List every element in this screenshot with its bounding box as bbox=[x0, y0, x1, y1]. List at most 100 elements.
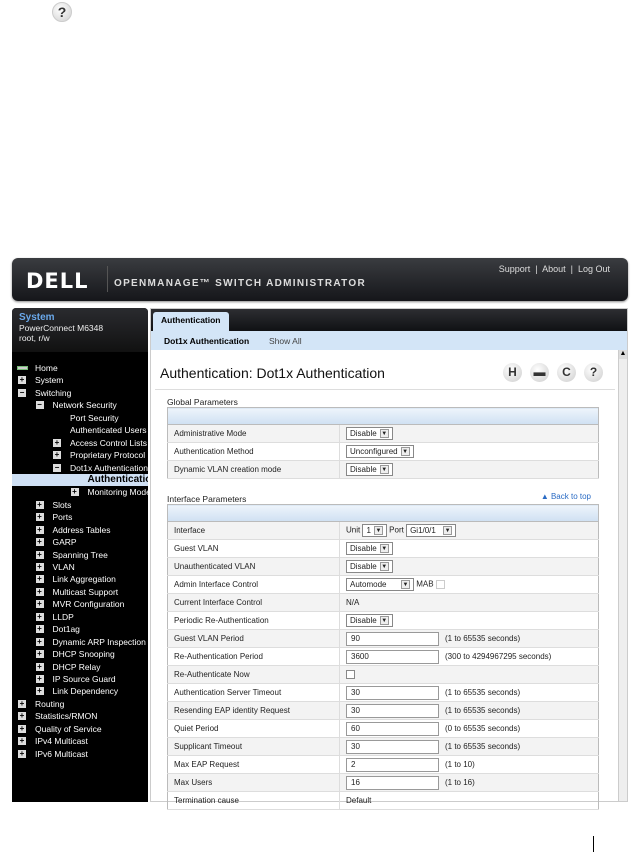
nav-item-label: LLDP bbox=[52, 611, 74, 622]
dropdown[interactable]: Disable ▼ bbox=[346, 560, 393, 573]
mab-checkbox[interactable] bbox=[435, 580, 445, 589]
print-icon[interactable]: ▬ bbox=[530, 363, 549, 382]
nav-item[interactable]: Authentication bbox=[12, 473, 148, 487]
dropdown[interactable]: Disable ▼ bbox=[346, 542, 393, 555]
subtab-show-all[interactable]: Show All bbox=[269, 336, 302, 346]
nav-item[interactable]: + Proprietary Protocol bbox=[12, 449, 148, 461]
expand-icon[interactable]: + bbox=[35, 625, 44, 634]
nav-item[interactable]: + Multicast Support bbox=[12, 586, 148, 598]
nav-item[interactable]: + IPv4 Multicast bbox=[12, 735, 148, 747]
nav-item[interactable]: + LLDP bbox=[12, 611, 148, 623]
nav-item[interactable]: Authenticated Users bbox=[12, 424, 148, 436]
nav-item-label: Ports bbox=[52, 512, 73, 523]
nav-item[interactable]: − Switching bbox=[12, 387, 148, 399]
table-row: Re-Authenticate Now bbox=[167, 665, 599, 684]
expand-icon[interactable]: + bbox=[35, 500, 44, 509]
expand-icon[interactable]: + bbox=[18, 712, 26, 721]
nav-item[interactable]: + Monitoring Mode bbox=[12, 486, 148, 498]
text-input[interactable]: 30 bbox=[346, 703, 439, 718]
row-label: Max EAP Request bbox=[167, 755, 340, 774]
dropdown[interactable]: 1 ▼ bbox=[362, 524, 387, 537]
text-input[interactable]: 2 bbox=[346, 757, 439, 772]
expand-icon[interactable]: + bbox=[35, 674, 44, 683]
expand-icon[interactable]: + bbox=[35, 575, 44, 584]
expand-icon[interactable]: + bbox=[53, 451, 61, 460]
nav-item[interactable]: + Link Dependency bbox=[12, 685, 148, 697]
nav-item[interactable]: + IP Source Guard bbox=[12, 673, 148, 685]
nav-item[interactable]: + Address Tables bbox=[12, 524, 148, 536]
tab-authentication[interactable]: Authentication bbox=[153, 312, 229, 331]
scroll-up-icon[interactable]: ▲ bbox=[619, 350, 627, 359]
nav-item[interactable]: + System bbox=[12, 374, 148, 386]
expand-icon[interactable]: + bbox=[35, 538, 44, 547]
dropdown[interactable]: Gi1/0/1 ▼ bbox=[406, 524, 457, 537]
dropdown[interactable]: Disable ▼ bbox=[346, 614, 393, 627]
refresh-icon[interactable]: C bbox=[557, 363, 576, 382]
expand-icon[interactable]: + bbox=[35, 650, 44, 659]
text-input[interactable]: 30 bbox=[346, 685, 439, 700]
collapse-icon[interactable]: − bbox=[53, 463, 61, 472]
nav-item[interactable]: + Spanning Tree bbox=[12, 549, 148, 561]
about-link[interactable]: About bbox=[542, 264, 566, 274]
scrollbar[interactable]: ▲ bbox=[618, 350, 627, 801]
expand-icon[interactable]: + bbox=[35, 612, 44, 621]
expand-icon[interactable]: + bbox=[35, 687, 44, 696]
subtab-dot1x-authentication[interactable]: Dot1x Authentication bbox=[164, 336, 249, 346]
expand-icon[interactable]: + bbox=[18, 376, 26, 385]
support-link[interactable]: Support bbox=[499, 264, 531, 274]
nav-item[interactable]: + Ports bbox=[12, 511, 148, 523]
nav-item[interactable]: + GARP bbox=[12, 536, 148, 548]
nav-item[interactable]: Home bbox=[12, 362, 148, 374]
dropdown[interactable]: Disable ▼ bbox=[346, 463, 393, 476]
nav-item[interactable]: Port Security bbox=[12, 412, 148, 424]
text-input[interactable]: 30 bbox=[346, 739, 439, 754]
dropdown[interactable]: Unconfigured ▼ bbox=[346, 445, 414, 458]
nav-item[interactable]: − Network Security bbox=[12, 399, 148, 411]
table-header bbox=[167, 407, 340, 425]
value-text: Default bbox=[346, 796, 372, 805]
nav-item[interactable]: + VLAN bbox=[12, 561, 148, 573]
nav-item[interactable]: + Access Control Lists bbox=[12, 437, 148, 449]
nav-item[interactable]: + DHCP Snooping bbox=[12, 648, 148, 660]
expand-icon[interactable]: + bbox=[35, 637, 44, 646]
nav-item[interactable]: + Quality of Service bbox=[12, 723, 148, 735]
expand-icon[interactable]: + bbox=[35, 587, 44, 596]
expand-icon[interactable]: + bbox=[35, 662, 44, 671]
logout-link[interactable]: Log Out bbox=[578, 264, 610, 274]
save-icon[interactable]: H bbox=[503, 363, 522, 382]
expand-icon[interactable]: + bbox=[18, 737, 26, 746]
table-row: Current Interface Control N/A bbox=[167, 593, 599, 612]
nav-item[interactable]: + Slots bbox=[12, 499, 148, 511]
text-input[interactable]: 3600 bbox=[346, 649, 439, 664]
checkbox[interactable] bbox=[346, 670, 355, 680]
expand-icon[interactable]: + bbox=[18, 699, 26, 708]
nav-item[interactable]: + MVR Configuration bbox=[12, 598, 148, 610]
expand-icon[interactable]: + bbox=[18, 749, 26, 758]
nav-item[interactable]: + Dot1ag bbox=[12, 623, 148, 635]
text-input[interactable]: 16 bbox=[346, 775, 439, 790]
dropdown[interactable]: Disable ▼ bbox=[346, 427, 393, 440]
text-input[interactable]: 60 bbox=[346, 721, 439, 736]
text-input[interactable]: 90 bbox=[346, 631, 439, 646]
expand-icon[interactable]: + bbox=[70, 488, 79, 497]
collapse-icon[interactable]: − bbox=[35, 401, 44, 410]
nav-item[interactable]: + Statistics/RMON bbox=[12, 710, 148, 722]
nav-item[interactable]: + DHCP Relay bbox=[12, 661, 148, 673]
nav-item[interactable]: + IPv6 Multicast bbox=[12, 748, 148, 760]
expand-icon[interactable]: + bbox=[35, 550, 44, 559]
expand-icon[interactable]: + bbox=[18, 724, 26, 733]
expand-icon[interactable]: + bbox=[35, 600, 44, 609]
collapse-icon[interactable]: − bbox=[18, 388, 26, 397]
nav-item-label: Dynamic ARP Inspection bbox=[52, 636, 146, 647]
expand-icon[interactable]: + bbox=[35, 525, 44, 534]
nav-item[interactable]: + Routing bbox=[12, 698, 148, 710]
expand-icon[interactable]: + bbox=[35, 513, 44, 522]
back-to-top-link[interactable]: ▲ Back to top bbox=[541, 492, 591, 501]
nav-item[interactable]: + Dynamic ARP Inspection bbox=[12, 636, 148, 648]
help-icon[interactable]: ? bbox=[584, 363, 603, 382]
nav-item[interactable]: + Link Aggregation bbox=[12, 573, 148, 585]
dropdown[interactable]: Automode ▼ bbox=[346, 578, 414, 591]
expand-icon[interactable]: + bbox=[53, 438, 61, 447]
nav-item[interactable]: − Dot1x Authentication bbox=[12, 462, 148, 474]
expand-icon[interactable]: + bbox=[35, 563, 44, 571]
